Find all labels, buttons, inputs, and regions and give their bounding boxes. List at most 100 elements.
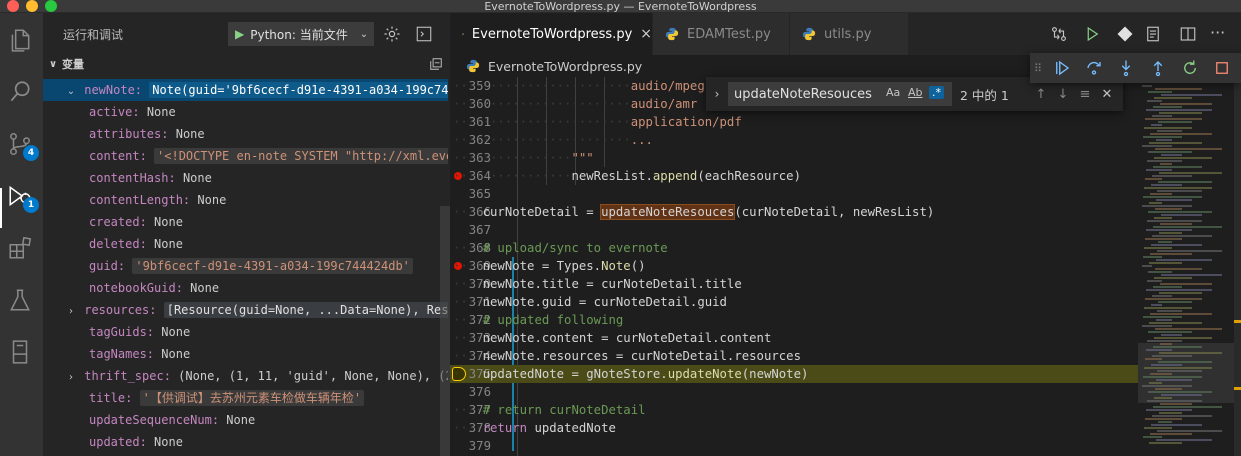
split-editor-icon[interactable] <box>1179 25 1197 43</box>
more-actions-icon[interactable]: ··· <box>1210 23 1225 42</box>
activity-source-control[interactable]: 4 <box>5 129 39 161</box>
close-icon[interactable]: ✕ <box>1096 87 1118 102</box>
find-input[interactable]: updateNoteResouces Aa Ab .* <box>728 82 952 106</box>
minimap-line <box>1153 406 1222 408</box>
match-case-toggle[interactable]: Aa <box>886 86 900 99</box>
activity-testing[interactable] <box>5 285 35 315</box>
activity-extensions[interactable] <box>5 233 35 263</box>
code-line[interactable]: 378 ····return updatedNote <box>450 419 1138 437</box>
code-line[interactable]: 374 ····newNote.resources = curNoteDetail… <box>450 347 1138 365</box>
code-line[interactable]: 376 <box>450 383 1138 401</box>
tab-edamtest[interactable]: EDAMTest.py <box>653 13 789 55</box>
variable-row[interactable]: › thrift_spec: (None, (1, 11, 'guid', No… <box>43 365 448 387</box>
activity-run-debug[interactable]: 1 <box>5 181 39 213</box>
continue-button[interactable] <box>1046 57 1078 79</box>
variables-section-title: 变量 <box>62 58 84 71</box>
chevron-right-icon[interactable]: › <box>706 87 728 101</box>
find-in-selection-icon[interactable]: ≡ <box>1074 87 1096 102</box>
tab-utils[interactable]: utils.py <box>790 13 908 55</box>
code-line[interactable]: 373 ····newNote.content = curNoteDetail.c… <box>450 329 1138 347</box>
compare-changes-icon[interactable] <box>1050 25 1068 43</box>
code-line[interactable]: 377 ····# return curNoteDetail <box>450 401 1138 419</box>
window-title: EvernoteToWordpress.py — EvernoteToWordp… <box>484 0 757 13</box>
code-line[interactable]: 362 ························... <box>450 131 1138 149</box>
code-line[interactable]: 367 <box>450 221 1138 239</box>
minimap-line <box>1160 223 1192 225</box>
whole-word-toggle[interactable]: Ab <box>908 86 923 99</box>
git-diamond-icon[interactable] <box>1116 25 1134 43</box>
variable-row[interactable]: ⌄ newNote: Note(guid='9bf6cecf-d91e-4391… <box>43 79 448 101</box>
maximize-window-button[interactable] <box>45 0 57 12</box>
code-line[interactable]: 365 <box>450 185 1138 203</box>
minimap[interactable] <box>1138 77 1241 456</box>
variable-row[interactable]: updated: None <box>43 431 448 453</box>
close-window-button[interactable] <box>7 0 19 12</box>
variable-row[interactable]: contentLength: None <box>43 189 448 211</box>
minimap-line <box>1155 208 1182 210</box>
minimize-window-button[interactable] <box>26 0 38 12</box>
step-out-button[interactable] <box>1142 57 1174 79</box>
debug-console-icon[interactable] <box>415 25 433 43</box>
minimap-line <box>1158 361 1212 363</box>
variable-row[interactable]: deleted: None <box>43 233 448 255</box>
step-over-button[interactable] <box>1078 57 1110 79</box>
variable-row[interactable]: notebookGuid: None <box>43 277 448 299</box>
code-line[interactable]: 361 ························application/p… <box>450 113 1138 131</box>
run-config-dropdown[interactable]: ▶ Python: 当前文件 ⌄ <box>228 22 374 46</box>
variable-row[interactable]: guid: '9bf6cecf-d91e-4391-a034-199c74442… <box>43 255 448 277</box>
stop-button[interactable] <box>1206 57 1238 79</box>
minimap-line <box>1156 379 1192 381</box>
variable-row[interactable]: created: None <box>43 211 448 233</box>
close-icon[interactable]: × <box>640 26 652 42</box>
drag-handle-icon[interactable]: ⠿ <box>1030 57 1046 79</box>
variable-row[interactable]: › resources: [Resource(guid=None, ...Dat… <box>43 299 448 321</box>
chevron-right-icon[interactable]: › <box>65 301 77 321</box>
collapse-all-icon[interactable] <box>429 57 443 71</box>
files-icon <box>11 29 30 52</box>
variable-row[interactable]: tagGuids: None <box>43 321 448 343</box>
restart-button[interactable] <box>1174 57 1206 79</box>
start-debugging-icon[interactable]: ▶ <box>235 27 244 41</box>
minimap-line <box>1142 205 1192 207</box>
tab-evernotetowordpress[interactable]: EvernoteToWordpress.py × <box>450 13 652 55</box>
current-execution-line[interactable]: 375 ····updatedNote = gNoteStore.updateNo… <box>450 365 1138 383</box>
activity-explorer[interactable] <box>5 25 35 55</box>
code-view[interactable]: 359 ························audio/mpeg 360… <box>450 77 1138 456</box>
minimap-line <box>1151 244 1202 246</box>
arrow-up-icon[interactable]: ↑ <box>1030 87 1052 102</box>
minimap-line <box>1161 274 1222 276</box>
variable-row[interactable]: contentHash: None <box>43 167 448 189</box>
variable-row[interactable]: active: None <box>43 101 448 123</box>
variables-section-header[interactable]: ∨ 变量 <box>43 55 450 73</box>
minimap-line <box>1143 376 1202 378</box>
chevron-right-icon[interactable]: › <box>65 367 77 387</box>
regex-toggle[interactable]: .* <box>929 86 944 99</box>
minimap-line <box>1151 424 1202 426</box>
code-line[interactable]: 372 ····# updated following <box>450 311 1138 329</box>
chevron-down-icon[interactable]: ⌄ <box>65 81 77 101</box>
variable-row[interactable]: title: '【供调试】去苏州元素车检做车辆年检' <box>43 387 448 409</box>
code-line[interactable]: 364 ················newResList.append(eac… <box>450 167 1138 185</box>
code-line[interactable]: 370 ····newNote.title = curNoteDetail.tit… <box>450 275 1138 293</box>
variables-scrollbar[interactable] <box>440 206 450 456</box>
code-line[interactable]: 368 ····# upload/sync to evernote <box>450 239 1138 257</box>
activity-search[interactable] <box>5 77 35 107</box>
code-line[interactable]: 369 ····newNote = Types.Note() <box>450 257 1138 275</box>
activity-book[interactable] <box>5 337 35 367</box>
variable-row[interactable]: content: '<!DOCTYPE en-note SYSTEM "http… <box>43 145 448 167</box>
arrow-down-icon[interactable]: ↓ <box>1052 87 1074 102</box>
code-line[interactable]: 363 ················""" <box>450 149 1138 167</box>
gear-icon[interactable] <box>383 25 401 43</box>
step-into-button[interactable] <box>1110 57 1142 79</box>
minimap-line <box>1153 286 1182 288</box>
variable-row[interactable]: updateSequenceNum: None <box>43 409 448 431</box>
minimap-line <box>1158 421 1172 423</box>
variable-row[interactable]: tagNames: None <box>43 343 448 365</box>
variable-row[interactable]: attributes: None <box>43 123 448 145</box>
run-file-icon[interactable] <box>1083 25 1101 43</box>
overview-ruler[interactable] <box>1234 77 1241 456</box>
open-preview-icon[interactable] <box>1144 25 1162 43</box>
code-line[interactable]: 371 ····newNote.guid = curNoteDetail.guid <box>450 293 1138 311</box>
code-line[interactable]: 366 ····curNoteDetail = updateNoteResouce… <box>450 203 1138 221</box>
code-line[interactable]: 379 <box>450 437 1138 455</box>
